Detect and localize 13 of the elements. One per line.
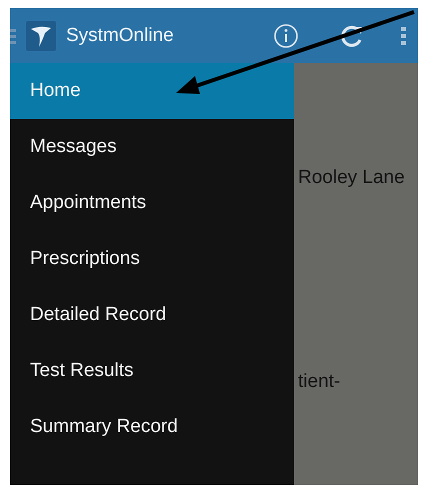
drawer-item[interactable]: Test Results — [10, 343, 294, 399]
logo-icon — [26, 20, 56, 50]
drawer-item[interactable]: Appointments — [10, 175, 294, 231]
drawer-item[interactable]: Detailed Record — [10, 287, 294, 343]
info-icon[interactable] — [273, 22, 299, 48]
drawer-item[interactable]: Summary Record — [10, 399, 294, 455]
content-text: Rooley Lane — [298, 167, 405, 189]
content-text: tient- — [298, 371, 340, 393]
app-title: SystmOnline — [66, 24, 174, 46]
more-icon[interactable] — [401, 26, 406, 46]
drawer-item[interactable]: Messages — [10, 119, 294, 175]
drawer-item[interactable]: Prescriptions — [10, 231, 294, 287]
drawer-item[interactable]: Home — [10, 63, 294, 119]
